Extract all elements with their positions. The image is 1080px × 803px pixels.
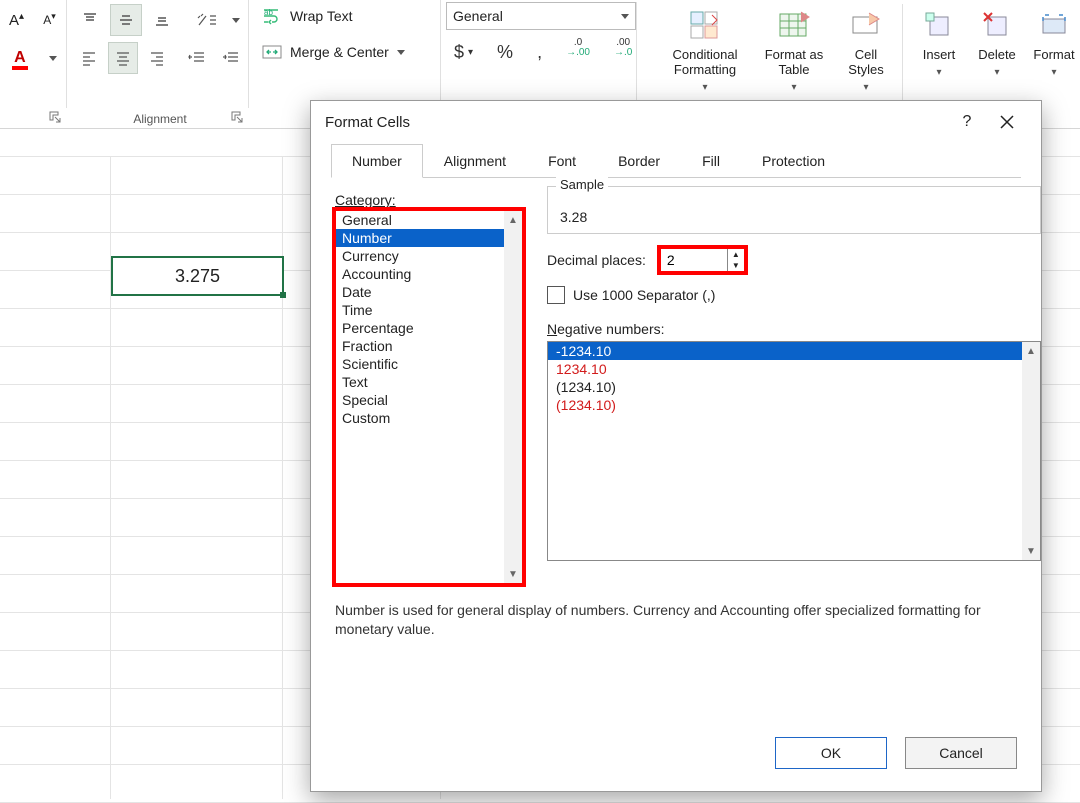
format-cells-dialog: Format Cells ? NumberAlignmentFontBorder… [310, 100, 1042, 792]
negative-numbers-label: Negative numbers: [547, 321, 1041, 337]
scrollbar[interactable]: ▲▼ [504, 211, 522, 583]
cell-styles-button[interactable]: Cell Styles ▾ [836, 4, 896, 93]
category-item[interactable]: General [336, 211, 522, 229]
format-cells-icon [1028, 4, 1080, 48]
increase-font-icon[interactable]: A▴ [2, 4, 31, 36]
format-as-table-icon [756, 4, 832, 48]
align-right-button[interactable] [142, 42, 172, 74]
category-item[interactable]: Special [336, 391, 522, 409]
chevron-down-icon [621, 14, 629, 19]
category-item[interactable]: Percentage [336, 319, 522, 337]
comma-format-button[interactable]: , [531, 38, 548, 66]
align-bottom-button[interactable] [146, 4, 178, 36]
decimal-places-label: Decimal places: [547, 252, 646, 268]
tab-number[interactable]: Number [331, 144, 423, 178]
close-button[interactable] [987, 102, 1027, 142]
wrap-text-icon: ab [262, 7, 282, 25]
tab-alignment[interactable]: Alignment [423, 144, 527, 178]
increase-indent-button[interactable] [216, 42, 246, 74]
increase-decimal-button[interactable]: .0→.00 [560, 38, 596, 66]
number-format-value: General [453, 8, 503, 24]
category-item[interactable]: Text [336, 373, 522, 391]
wrap-text-label: Wrap Text [290, 8, 353, 24]
spin-down-button[interactable]: ▼ [728, 260, 744, 271]
decimal-places-input[interactable] [661, 250, 727, 270]
category-item[interactable]: Scientific [336, 355, 522, 373]
category-item[interactable]: Accounting [336, 265, 522, 283]
number-format-combo[interactable]: General [446, 2, 636, 30]
percent-format-button[interactable]: % [491, 38, 519, 66]
category-item[interactable]: Currency [336, 247, 522, 265]
sample-legend: Sample [556, 177, 608, 192]
category-item[interactable]: Custom [336, 409, 522, 427]
format-description: Number is used for general display of nu… [335, 601, 1017, 639]
align-middle-button[interactable] [110, 4, 142, 36]
negative-format-item[interactable]: (1234.10) [548, 396, 1040, 414]
dialog-tabs: NumberAlignmentFontBorderFillProtection [331, 143, 1021, 178]
merge-center-label: Merge & Center [290, 44, 389, 60]
decimal-places-spinner[interactable]: ▲▼ [660, 248, 745, 272]
decrease-decimal-button[interactable]: .00→.0 [608, 38, 638, 66]
tab-font[interactable]: Font [527, 144, 597, 178]
selected-cell[interactable]: 3.275 [111, 256, 284, 296]
cell-value: 3.275 [175, 266, 220, 286]
font-color-button[interactable]: A [2, 42, 38, 74]
merge-center-icon [262, 43, 282, 61]
align-left-button[interactable] [74, 42, 104, 74]
sample-box: Sample 3.28 [547, 186, 1041, 234]
font-group-launcher-icon[interactable] [48, 110, 62, 124]
accounting-format-button[interactable]: $▾ [448, 38, 479, 66]
scrollbar[interactable]: ▲▼ [1022, 342, 1040, 560]
negative-format-item[interactable]: 1234.10 [548, 360, 1040, 378]
checkbox-icon [547, 286, 565, 304]
decrease-font-icon[interactable]: A▾ [35, 4, 64, 36]
ok-button[interactable]: OK [775, 737, 887, 769]
cancel-button[interactable]: Cancel [905, 737, 1017, 769]
wrap-text-button[interactable]: ab Wrap Text [256, 0, 440, 32]
orientation-dropdown[interactable] [226, 4, 246, 36]
align-top-button[interactable] [74, 4, 106, 36]
sample-value: 3.28 [560, 209, 587, 225]
thousands-separator-checkbox[interactable]: Use 1000 Separator (,) [547, 286, 715, 304]
negative-numbers-listbox[interactable]: -1234.101234.10(1234.10)(1234.10)▲▼ [547, 341, 1041, 561]
format-as-table-button[interactable]: Format as Table ▾ [756, 4, 832, 93]
decrease-indent-button[interactable] [182, 42, 212, 74]
help-button[interactable]: ? [947, 102, 987, 142]
merge-center-button[interactable]: Merge & Center [256, 36, 440, 68]
insert-button[interactable]: Insert▾ [914, 4, 964, 78]
category-listbox[interactable]: GeneralNumberCurrencyAccountingDateTimeP… [335, 210, 523, 584]
close-icon [1000, 115, 1014, 129]
chevron-down-icon [397, 50, 405, 55]
format-button[interactable]: Format▾ [1028, 4, 1080, 78]
delete-button[interactable]: Delete▾ [970, 4, 1024, 78]
svg-text:ab: ab [264, 8, 273, 17]
cell-styles-icon [836, 4, 896, 48]
conditional-formatting-icon [660, 4, 750, 48]
conditional-formatting-button[interactable]: Conditional Formatting ▾ [660, 4, 750, 93]
insert-cells-icon [914, 4, 964, 48]
tab-fill[interactable]: Fill [681, 144, 741, 178]
alignment-group-launcher-icon[interactable] [230, 110, 244, 124]
orientation-button[interactable] [190, 4, 222, 36]
spin-up-button[interactable]: ▲ [728, 249, 744, 260]
category-item[interactable]: Fraction [336, 337, 522, 355]
negative-format-item[interactable]: (1234.10) [548, 378, 1040, 396]
tab-border[interactable]: Border [597, 144, 681, 178]
dialog-title: Format Cells [325, 114, 410, 131]
category-item[interactable]: Time [336, 301, 522, 319]
font-color-dropdown[interactable] [42, 42, 64, 74]
category-item[interactable]: Date [336, 283, 522, 301]
negative-format-item[interactable]: -1234.10 [548, 342, 1040, 360]
align-center-button[interactable] [108, 42, 138, 74]
tab-protection[interactable]: Protection [741, 144, 846, 178]
category-item[interactable]: Number [336, 229, 522, 247]
alignment-group-label: Alignment [72, 112, 248, 126]
delete-cells-icon [970, 4, 1024, 48]
